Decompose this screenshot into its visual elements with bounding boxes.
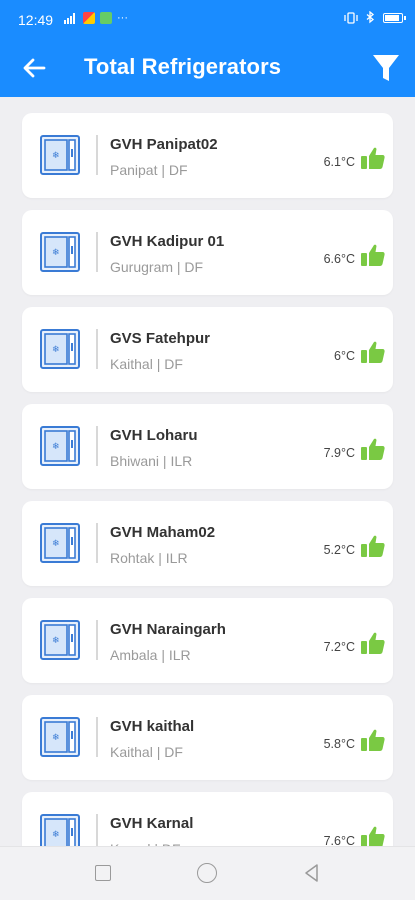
refrigerator-card[interactable]: ❄ GVH Panipat02 Panipat | DF 6.1°C bbox=[22, 113, 393, 198]
status-bar: 12:49 ··· bbox=[0, 0, 415, 40]
refrigerator-icon: ❄ bbox=[40, 426, 80, 466]
refrigerator-name: GVH kaithal bbox=[110, 718, 195, 735]
refrigerator-name: GVS Fatehpur bbox=[110, 330, 211, 347]
filter-icon[interactable] bbox=[371, 52, 401, 84]
refrigerator-temperature: 7.2°C bbox=[323, 640, 355, 654]
thumbs-up-icon bbox=[361, 729, 385, 751]
refrigerator-icon: ❄ bbox=[40, 717, 80, 757]
svg-text:❄: ❄ bbox=[52, 151, 60, 161]
refrigerator-card[interactable]: ❄ GVS Fatehpur Kaithal | DF 6°C bbox=[22, 307, 393, 392]
card-divider bbox=[96, 329, 98, 369]
refrigerator-name: GVH Maham02 bbox=[110, 524, 216, 541]
refrigerator-icon: ❄ bbox=[40, 620, 80, 660]
card-divider bbox=[96, 426, 98, 466]
app-icon bbox=[100, 12, 112, 24]
card-divider bbox=[96, 620, 98, 660]
thumbs-up-icon bbox=[361, 632, 385, 654]
refrigerator-temperature: 6.6°C bbox=[323, 252, 355, 266]
app-bar: Total Refrigerators bbox=[0, 40, 415, 97]
refrigerator-location: Bhiwani | ILR bbox=[110, 453, 193, 469]
status-system bbox=[344, 11, 406, 24]
thumbs-up-icon bbox=[361, 341, 385, 363]
back-icon[interactable] bbox=[301, 862, 323, 884]
svg-text:❄: ❄ bbox=[52, 733, 60, 743]
card-divider bbox=[96, 717, 98, 757]
status-time: 12:49 bbox=[18, 12, 54, 28]
thumbs-up-icon bbox=[361, 244, 385, 266]
svg-text:❄: ❄ bbox=[52, 248, 60, 258]
refrigerator-card[interactable]: ❄ GVH Maham02 Rohtak | ILR 5.2°C bbox=[22, 501, 393, 586]
refrigerator-location: Ambala | ILR bbox=[110, 647, 191, 663]
refrigerator-icon: ❄ bbox=[40, 523, 80, 563]
status-notifications: ··· bbox=[64, 12, 128, 24]
thumbs-up-icon bbox=[361, 147, 385, 169]
card-divider bbox=[96, 232, 98, 272]
refrigerator-location: Panipat | DF bbox=[110, 162, 188, 178]
thumbs-up-icon bbox=[361, 535, 385, 557]
refrigerator-icon: ❄ bbox=[40, 232, 80, 272]
svg-text:❄: ❄ bbox=[52, 442, 60, 452]
refrigerator-location: Rohtak | ILR bbox=[110, 550, 188, 566]
refrigerator-temperature: 5.8°C bbox=[323, 737, 355, 751]
refrigerator-location: Kaithal | DF bbox=[110, 356, 183, 372]
card-divider bbox=[96, 135, 98, 175]
refrigerator-name: GVH Kadipur 01 bbox=[110, 233, 225, 250]
refrigerator-temperature: 5.2°C bbox=[323, 543, 355, 557]
thumbs-up-icon bbox=[361, 438, 385, 460]
bluetooth-icon bbox=[366, 11, 375, 24]
refrigerator-name: GVH Karnal bbox=[110, 815, 194, 832]
refrigerator-icon: ❄ bbox=[40, 329, 80, 369]
svg-text:❄: ❄ bbox=[52, 539, 60, 549]
refrigerator-location: Gurugram | DF bbox=[110, 259, 204, 275]
system-nav-bar bbox=[0, 846, 415, 900]
refrigerator-temperature: 6.1°C bbox=[323, 155, 355, 169]
vibrate-icon bbox=[344, 11, 358, 24]
refrigerator-name: GVH Loharu bbox=[110, 427, 198, 444]
refrigerator-card[interactable]: ❄ GVH Naraingarh Ambala | ILR 7.2°C bbox=[22, 598, 393, 683]
more-icon: ··· bbox=[117, 12, 128, 24]
svg-text:❄: ❄ bbox=[52, 345, 60, 355]
home-icon[interactable] bbox=[197, 863, 217, 883]
refrigerator-icon: ❄ bbox=[40, 135, 80, 175]
svg-text:❄: ❄ bbox=[52, 830, 60, 840]
refrigerator-name: GVH Naraingarh bbox=[110, 621, 226, 638]
refrigerator-location: Kaithal | DF bbox=[110, 744, 183, 760]
page-title: Total Refrigerators bbox=[84, 54, 282, 79]
svg-text:❄: ❄ bbox=[52, 636, 60, 646]
card-divider bbox=[96, 523, 98, 563]
refrigerator-card[interactable]: ❄ GVH Kadipur 01 Gurugram | DF 6.6°C bbox=[22, 210, 393, 295]
refrigerator-temperature: 7.9°C bbox=[323, 446, 355, 460]
arrow-left-icon[interactable] bbox=[20, 54, 48, 82]
app-icon bbox=[83, 12, 95, 24]
refrigerator-name: GVH Panipat02 bbox=[110, 136, 218, 153]
refrigerator-card[interactable]: ❄ GVH kaithal Kaithal | DF 5.8°C bbox=[22, 695, 393, 780]
refrigerator-card[interactable]: ❄ GVH Loharu Bhiwani | ILR 7.9°C bbox=[22, 404, 393, 489]
refrigerator-temperature: 6°C bbox=[334, 349, 355, 363]
screen: 12:49 ··· Total Refrigerators ❄ GVH Pani… bbox=[0, 0, 415, 900]
signal-icon bbox=[64, 13, 75, 24]
battery-icon bbox=[383, 12, 406, 23]
recents-icon[interactable] bbox=[95, 865, 111, 881]
